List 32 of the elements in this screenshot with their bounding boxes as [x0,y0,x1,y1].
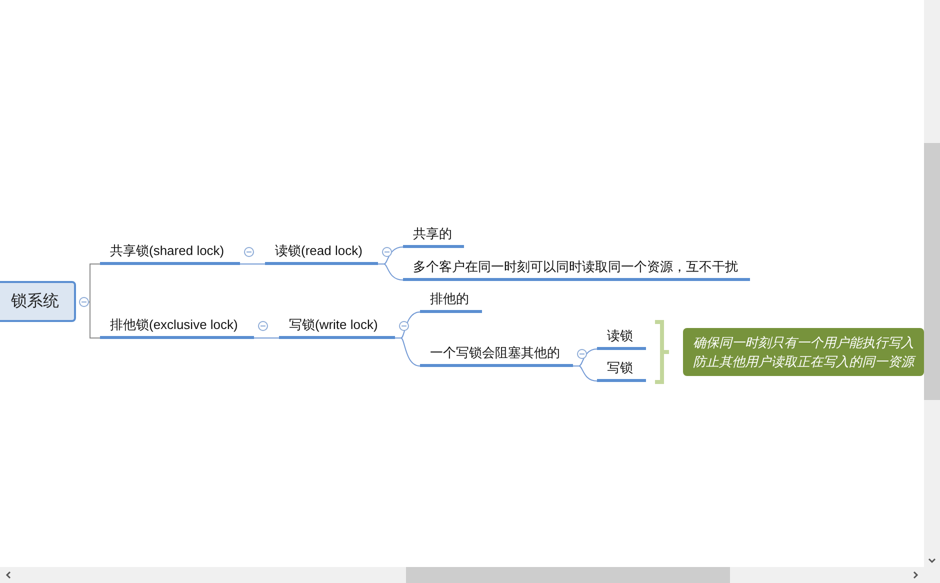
connector-line [378,264,404,280]
collapse-icon[interactable] [399,321,409,331]
root-topic[interactable]: 锁系统 [0,281,76,322]
collapse-icon[interactable] [382,247,392,257]
connector-line [572,366,598,382]
scrollbar-thumb[interactable] [406,567,730,583]
topic[interactable]: 写锁(write lock) [279,315,395,339]
connector-line [88,302,100,338]
topic[interactable]: 排他的 [420,289,482,313]
vertical-scrollbar[interactable] [924,0,940,567]
connector-line [88,264,100,302]
topic[interactable]: 共享锁(shared lock) [100,241,240,265]
scroll-right-icon[interactable] [913,571,919,579]
collapse-icon[interactable] [79,297,89,307]
horizontal-scrollbar[interactable] [0,567,940,583]
topic[interactable]: 共享的 [403,224,464,248]
topic[interactable]: 写锁 [597,358,646,382]
topic[interactable]: 一个写锁会阻塞其他的 [420,343,573,367]
topic[interactable]: 多个客户在同一时刻可以同时读取同一个资源，互不干扰 [403,257,750,281]
scrollbar-thumb[interactable] [924,143,940,400]
topic[interactable]: 读锁(read lock) [265,241,378,265]
summary-bracket [655,320,669,384]
collapse-icon[interactable] [258,321,268,331]
topic[interactable]: 排他锁(exclusive lock) [100,315,254,339]
collapse-icon[interactable] [577,349,587,359]
topic[interactable]: 读锁 [597,326,646,350]
summary-text: 确保同一时刻只有一个用户能执行写入 [693,334,914,352]
scroll-left-icon[interactable] [5,571,11,579]
scroll-down-icon[interactable] [928,558,936,564]
summary-text: 防止其他用户读取正在写入的同一资源 [693,353,914,371]
connector-line [394,338,420,366]
collapse-icon[interactable] [244,247,254,257]
